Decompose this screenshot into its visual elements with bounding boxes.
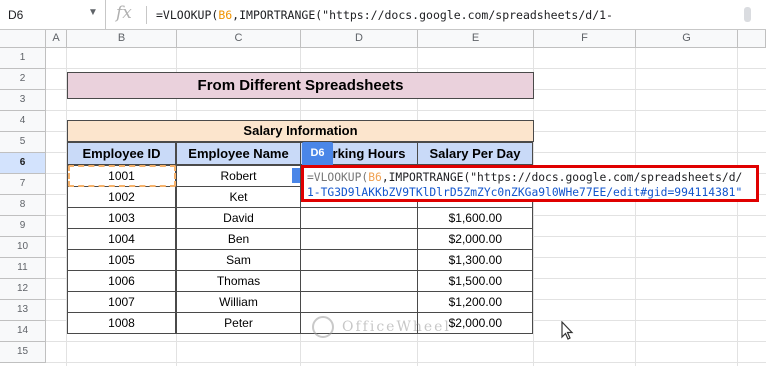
cell-employee-name[interactable]: David xyxy=(176,207,301,229)
column-header-f[interactable]: F xyxy=(534,30,636,48)
cell-employee-id[interactable]: 1008 xyxy=(67,312,176,334)
grid-line xyxy=(46,362,766,363)
column-header-h[interactable] xyxy=(738,30,766,48)
grid-line xyxy=(635,48,636,366)
editing-cell-tag: D6 xyxy=(302,142,333,165)
column-header-d[interactable]: D xyxy=(301,30,418,48)
cell-working-hours[interactable] xyxy=(300,291,418,313)
editor-line2: 1-TG3D9lAKKbZV9TKlDlrD5ZmZYc0nZKGa9l0WHe… xyxy=(307,186,743,199)
row-header-1[interactable]: 1 xyxy=(0,48,46,69)
formula-bar: D6 ▼ fx =VLOOKUP(B6,IMPORTRANGE("https:/… xyxy=(0,0,766,30)
row-header-2[interactable]: 2 xyxy=(0,69,46,90)
watermark-logo-icon xyxy=(312,316,334,338)
row-header-11[interactable]: 11 xyxy=(0,258,46,279)
cell-working-hours[interactable] xyxy=(300,249,418,271)
formula-input[interactable]: =VLOOKUP(B6,IMPORTRANGE("https://docs.go… xyxy=(156,8,613,22)
cell-reference: D6 xyxy=(8,8,24,22)
cell-salary[interactable]: $1,300.00 xyxy=(417,249,533,271)
cell-employee-name[interactable]: William xyxy=(176,291,301,313)
cell-employee-id[interactable]: 1004 xyxy=(67,228,176,250)
row-header-13[interactable]: 13 xyxy=(0,300,46,321)
cell-salary[interactable]: $1,500.00 xyxy=(417,270,533,292)
cell-employee-name[interactable]: Peter xyxy=(176,312,301,334)
chevron-down-icon[interactable]: ▼ xyxy=(88,7,98,18)
column-header-a[interactable]: A xyxy=(46,30,67,48)
row-header-12[interactable]: 12 xyxy=(0,279,46,300)
row-header-10[interactable]: 10 xyxy=(0,237,46,258)
cell-working-hours[interactable] xyxy=(300,270,418,292)
referenced-cell-highlight xyxy=(68,165,176,187)
cell-salary[interactable]: $1,600.00 xyxy=(417,207,533,229)
row-header-15[interactable]: 15 xyxy=(0,342,46,363)
cell-formula-editor[interactable]: =VLOOKUP(B6,IMPORTRANGE("https://docs.go… xyxy=(301,165,759,202)
grid-line xyxy=(46,110,766,111)
name-box[interactable]: D6 ▼ xyxy=(0,0,106,30)
formula-divider xyxy=(146,6,147,24)
header-employee-id[interactable]: Employee ID xyxy=(67,142,176,165)
row-header-9[interactable]: 9 xyxy=(0,216,46,237)
select-all-corner[interactable] xyxy=(0,30,46,48)
cell-salary[interactable]: $1,200.00 xyxy=(417,291,533,313)
row-header-14[interactable]: 14 xyxy=(0,321,46,342)
column-header-c[interactable]: C xyxy=(177,30,301,48)
grid-line xyxy=(46,68,766,69)
formula-prefix: =VLOOKUP( xyxy=(156,8,219,22)
editor-line1-rest: ,IMPORTRANGE("https://docs.google.com/sp… xyxy=(381,171,743,184)
cell-employee-name[interactable]: Sam xyxy=(176,249,301,271)
row-header-6[interactable]: 6 xyxy=(0,153,46,174)
cell-salary[interactable]: $2,000.00 xyxy=(417,228,533,250)
row-header-8[interactable]: 8 xyxy=(0,195,46,216)
header-employee-name[interactable]: Employee Name xyxy=(176,142,301,165)
cell-employee-id[interactable]: 1002 xyxy=(67,186,176,208)
cell-employee-id[interactable]: 1006 xyxy=(67,270,176,292)
column-header-b[interactable]: B xyxy=(67,30,177,48)
row-header-7[interactable]: 7 xyxy=(0,174,46,195)
column-header-g[interactable]: G xyxy=(636,30,738,48)
watermark-text: OfficeWheel xyxy=(342,319,451,335)
cell-working-hours[interactable] xyxy=(300,228,418,250)
grid-line xyxy=(46,341,766,342)
formula-arg: B6 xyxy=(218,8,233,22)
mouse-pointer-icon xyxy=(561,321,574,340)
cell-employee-name[interactable]: Thomas xyxy=(176,270,301,292)
cell-working-hours[interactable] xyxy=(300,207,418,229)
formula-rest: ,IMPORTRANGE("https://docs.google.com/sp… xyxy=(232,8,613,22)
formula-scroll-handle[interactable] xyxy=(744,7,751,22)
function-icon: fx xyxy=(116,3,132,23)
row-header-3[interactable]: 3 xyxy=(0,90,46,111)
header-salary-per-day[interactable]: Salary Per Day xyxy=(417,142,533,165)
cell-employee-id[interactable]: 1003 xyxy=(67,207,176,229)
cell-employee-id[interactable]: 1007 xyxy=(67,291,176,313)
cell-employee-name[interactable]: Robert xyxy=(176,165,301,187)
grid-line xyxy=(737,48,738,366)
row-header-4[interactable]: 4 xyxy=(0,111,46,132)
editor-arg: B6 xyxy=(368,171,382,184)
table-caption[interactable]: Salary Information xyxy=(67,120,534,142)
row-header-5[interactable]: 5 xyxy=(0,132,46,153)
cell-employee-name[interactable]: Ket xyxy=(176,186,301,208)
cell-employee-id[interactable]: 1005 xyxy=(67,249,176,271)
sheet-title[interactable]: From Different Spreadsheets xyxy=(67,72,534,99)
fill-handle[interactable] xyxy=(292,168,300,183)
editor-prefix: =VLOOKUP( xyxy=(307,171,369,184)
cell-employee-name[interactable]: Ben xyxy=(176,228,301,250)
column-header-e[interactable]: E xyxy=(418,30,534,48)
